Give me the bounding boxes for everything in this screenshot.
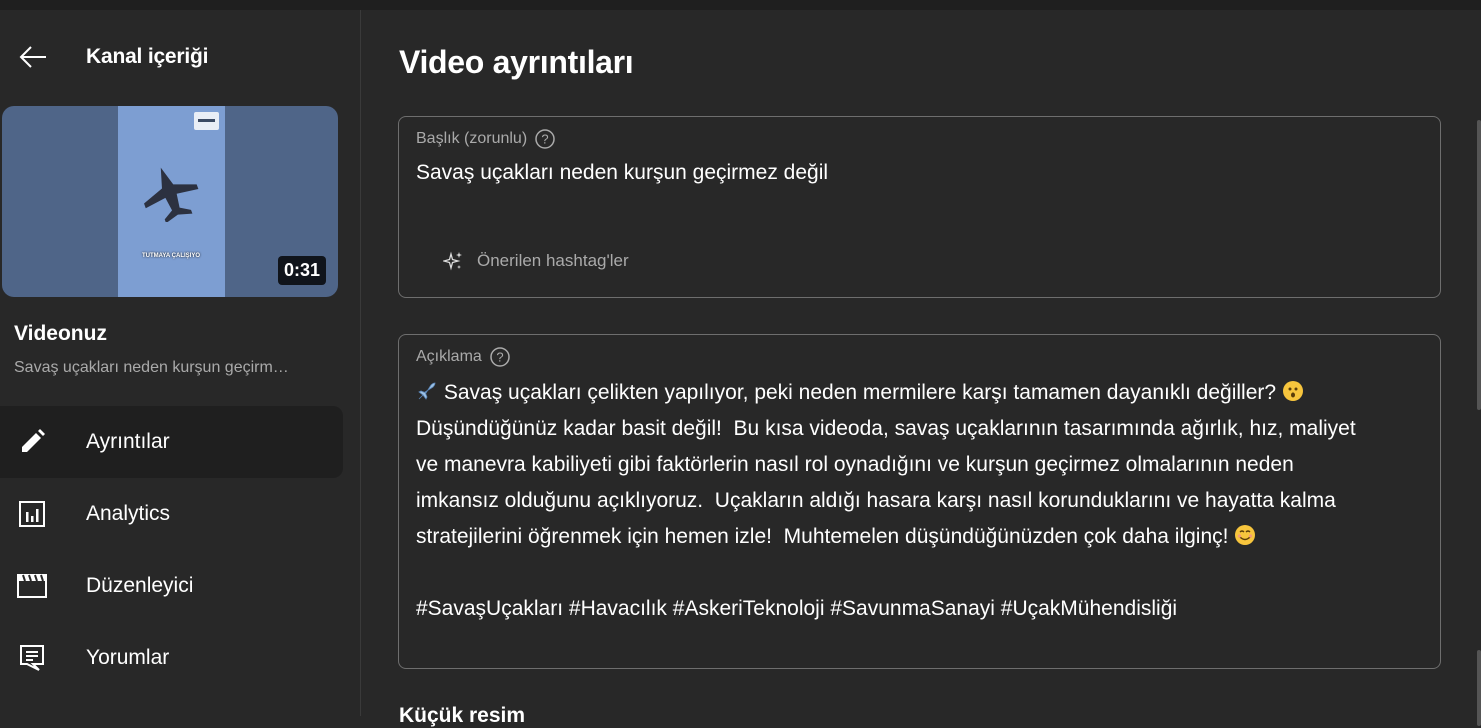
description-line-3: ve manevra kabiliyeti gibi faktörlerin n…: [416, 453, 1294, 476]
description-line-1: Savaş uçakları çelikten yapılıyor, peki …: [416, 375, 1426, 411]
nav-label-details: Ayrıntılar: [86, 430, 170, 453]
description-label-text: Açıklama: [416, 348, 482, 365]
thinking-face-emoji-icon: [1282, 381, 1303, 401]
description-text-5: stratejilerini öğrenmek için hemen izle!…: [416, 525, 1229, 548]
svg-text:?: ?: [496, 350, 503, 365]
thumbnail-logo: [194, 112, 219, 130]
clapper-icon: [16, 570, 48, 602]
back-arrow-icon[interactable]: [13, 37, 53, 77]
nav-item-analytics[interactable]: Analytics: [0, 478, 343, 550]
title-field-label: Başlık (zorunlu) ?: [416, 129, 555, 149]
duration-badge: 0:31: [277, 256, 326, 285]
sidebar: Kanal içeriği TUTMAYA ÇALIŞIYO 0:31 Vide…: [0, 10, 361, 716]
back-row: Kanal içeriği: [0, 32, 361, 82]
thumbnail-caption: TUTMAYA ÇALIŞIYO: [141, 253, 200, 259]
help-icon[interactable]: ?: [535, 129, 555, 149]
analytics-icon: [16, 498, 48, 530]
description-field[interactable]: Açıklama ? Savaş uçakları çelikten yapıl…: [398, 334, 1441, 669]
nav-item-editor[interactable]: Düzenleyici: [0, 550, 343, 622]
description-field-label: Açıklama ?: [416, 347, 510, 367]
channel-content-title: Kanal içeriği: [86, 45, 209, 68]
description-line-5: stratejilerini öğrenmek için hemen izle!…: [416, 519, 1426, 555]
nav-label-analytics: Analytics: [86, 502, 171, 525]
nav-item-comments[interactable]: Yorumlar: [0, 622, 343, 694]
nav-item-details[interactable]: Ayrıntılar: [0, 406, 343, 478]
description-text-1: Savaş uçakları çelikten yapılıyor, peki …: [443, 381, 1277, 404]
fighter-jet-image: [144, 167, 199, 222]
title-input[interactable]: Savaş uçakları neden kurşun geçirmez değ…: [416, 161, 828, 185]
title-label-text: Başlık (zorunlu): [416, 130, 528, 147]
top-bar: [0, 0, 1481, 10]
scrollbar[interactable]: [1477, 120, 1481, 410]
video-thumbnail[interactable]: TUTMAYA ÇALIŞIYO 0:31: [2, 106, 338, 297]
thumbnail-section-heading: Küçük resim: [399, 704, 526, 727]
channel-nav: Ayrıntılar Analytics Düzenleyici Yorumla…: [0, 406, 361, 694]
your-video-label: Videonuz: [14, 322, 107, 345]
sparkle-icon: [443, 251, 462, 271]
description-hashtags: #SavaşUçakları #Havacılık #AskeriTeknolo…: [416, 597, 1178, 620]
nav-label-editor: Düzenleyici: [86, 574, 194, 597]
description-line-2: Düşündüğünüz kadar basit değil! Bu kısa …: [416, 417, 1356, 440]
description-input[interactable]: Savaş uçakları çelikten yapılıyor, peki …: [416, 375, 1426, 627]
page-title: Video ayrıntıları: [399, 44, 634, 80]
description-line-4: imkansız olduğunu açıklıyoruz. Uçakların…: [416, 489, 1336, 512]
airplane-emoji-icon: [418, 382, 436, 400]
suggested-hashtags-button[interactable]: Önerilen hashtag'ler: [443, 251, 629, 271]
description-line-6: [416, 555, 1426, 591]
title-field[interactable]: Başlık (zorunlu) ? Savaş uçakları neden …: [398, 116, 1441, 298]
svg-text:?: ?: [542, 132, 549, 147]
scrollbar-lower[interactable]: [1477, 650, 1481, 726]
help-icon[interactable]: ?: [490, 347, 510, 367]
comments-icon: [16, 642, 48, 674]
nav-label-comments: Yorumlar: [86, 646, 170, 669]
main-content: Video ayrıntıları Başlık (zorunlu) ? Sav…: [362, 10, 1481, 727]
smiling-face-emoji-icon: [1235, 525, 1256, 545]
video-title-preview: Savaş uçakları neden kurşun geçirm…: [14, 359, 289, 376]
pencil-icon: [16, 426, 48, 458]
suggested-hashtags-label: Önerilen hashtag'ler: [477, 251, 629, 270]
